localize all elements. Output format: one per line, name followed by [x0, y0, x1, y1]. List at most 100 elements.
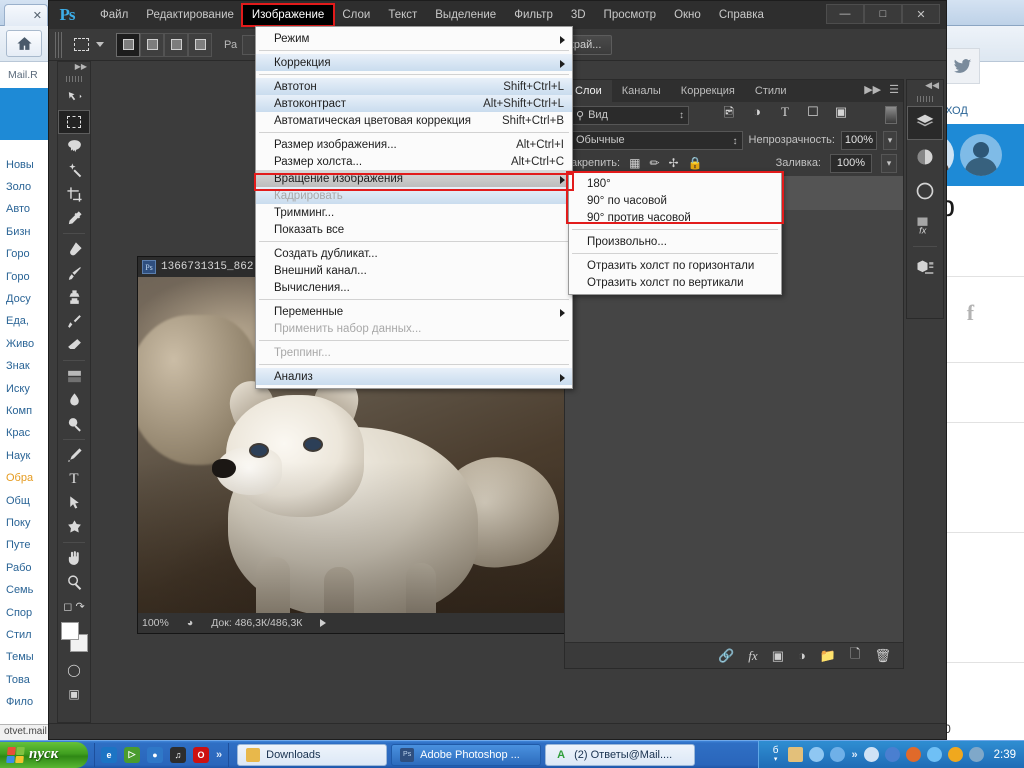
shield-icon[interactable] [863, 747, 879, 762]
panel-tab-коррекция[interactable]: Коррекция [671, 80, 745, 102]
add-to-selection-button[interactable] [140, 32, 164, 57]
taskbar-task-button[interactable]: Downloads [237, 743, 388, 766]
expand-arrow-icon[interactable] [320, 619, 327, 627]
taskbar-clock[interactable]: 2:39 [994, 749, 1016, 761]
start-button[interactable]: пуск [0, 741, 88, 768]
selection-mode-group[interactable] [116, 32, 212, 57]
eraser-tool[interactable] [58, 333, 90, 357]
chevron-down-icon[interactable] [96, 42, 104, 47]
menu-item[interactable]: Автоматическая цветовая коррекция Shift+C… [256, 112, 572, 129]
menu-item[interactable]: Режим [256, 30, 572, 47]
new-group-icon[interactable]: 📁 [820, 648, 836, 664]
clock-icon[interactable] [968, 747, 984, 762]
lock-all-icon[interactable]: 🔒 [688, 156, 703, 170]
tool-panel-grip[interactable] [66, 76, 82, 82]
panel-tab-каналы[interactable]: Каналы [612, 80, 671, 102]
type-tool[interactable]: T [58, 467, 90, 491]
menu-item[interactable]: Произвольно... [569, 233, 781, 250]
shape-filter-icon[interactable]: ☐ [805, 104, 821, 126]
twitter-icon[interactable] [944, 48, 980, 84]
language-indicator[interactable]: б ▾ [769, 745, 783, 765]
shape-tool[interactable] [58, 515, 90, 539]
clone-stamp-tool[interactable] [58, 285, 90, 309]
quick-launch-bar[interactable]: e ▷ ● ♫ O » [94, 742, 230, 767]
opacity-input[interactable]: 100% [840, 130, 878, 150]
menubar-item-редактирование[interactable]: Редактирование [137, 5, 243, 25]
menubar-item-фильтр[interactable]: Фильтр [505, 5, 562, 25]
browser-icon[interactable]: ● [147, 746, 163, 763]
path-selection-tool[interactable] [58, 491, 90, 515]
foreground-background-swap-icon[interactable]: ◻ ↷ [58, 594, 90, 618]
system-tray[interactable]: б ▾ » 2:39 [757, 740, 1024, 768]
link-layers-icon[interactable]: 🔗 [718, 648, 734, 664]
brush-tool[interactable] [58, 261, 90, 285]
document-profile-icon[interactable]: ◕ [187, 617, 193, 629]
lock-transparency-icon[interactable]: ▦ [629, 156, 640, 170]
menu-item[interactable]: Размер холста... Alt+Ctrl+C [256, 153, 572, 170]
lock-position-icon[interactable]: ✢ [669, 156, 679, 170]
panel-menu-icon[interactable]: ☰ [889, 83, 899, 96]
menubar-item-файл[interactable]: Файл [91, 5, 137, 25]
menubar-item-просмотр[interactable]: Просмотр [595, 5, 666, 25]
volume-icon[interactable] [905, 747, 921, 762]
update-icon[interactable] [947, 747, 963, 762]
type-filter-icon[interactable]: T [777, 104, 793, 126]
taskbar-task-button[interactable]: A (2) Ответы@Mail.... [545, 743, 696, 766]
history-brush-tool[interactable] [58, 309, 90, 333]
lock-image-icon[interactable]: ✏ [649, 156, 659, 170]
foreground-color-swatch[interactable] [61, 622, 79, 640]
adjustment-layer-icon[interactable]: ◑ [798, 648, 806, 663]
menu-item[interactable]: Коррекция [256, 54, 572, 71]
network-icon[interactable] [809, 747, 825, 762]
tool-panel-collapse-icon[interactable]: ▶▶ [58, 62, 90, 74]
menubar-item-3d[interactable]: 3D [562, 5, 595, 25]
rectangular-marquee-tool[interactable] [58, 110, 90, 134]
ie-icon[interactable]: e [101, 746, 117, 763]
healing-brush-tool[interactable] [58, 237, 90, 261]
lasso-tool[interactable] [58, 134, 90, 158]
menu-item[interactable]: Вычисления... [256, 279, 572, 296]
opera-icon[interactable]: O [193, 746, 209, 763]
menu-item[interactable]: Автотон Shift+Ctrl+L [256, 78, 572, 95]
tray-chevron-icon[interactable]: » [851, 749, 857, 761]
opacity-dropdown-icon[interactable]: ▾ [883, 130, 897, 150]
blend-mode-select[interactable]: Обычные [571, 130, 743, 150]
layer-filter-select[interactable]: ⚲ Вид [571, 105, 689, 125]
home-icon[interactable] [6, 30, 42, 57]
menubar-item-слои[interactable]: Слои [333, 5, 379, 25]
layer-mask-icon[interactable]: ▣ [772, 648, 784, 664]
move-tool[interactable] [58, 86, 90, 110]
menubar-item-выделение[interactable]: Выделение [426, 5, 505, 25]
blur-tool[interactable] [58, 388, 90, 412]
menu-item[interactable]: Отразить холст по горизонтали [569, 257, 781, 274]
hand-tool[interactable] [58, 546, 90, 570]
menu-item[interactable]: Показать все [256, 221, 572, 238]
menu-item[interactable]: Переменные [256, 303, 572, 320]
menubar-item-текст[interactable]: Текст [379, 5, 426, 25]
taskbar-task-button[interactable]: Ps Adobe Photoshop ... [391, 743, 542, 766]
eyedropper-tool[interactable] [58, 206, 90, 230]
menu-item[interactable]: Отразить холст по вертикали [569, 274, 781, 291]
menubar-item-справка[interactable]: Справка [710, 5, 773, 25]
new-selection-button[interactable] [116, 32, 140, 57]
layer-style-icon[interactable]: fx [748, 648, 757, 664]
intersect-selection-button[interactable] [188, 32, 212, 57]
menu-item[interactable]: Создать дубликат... [256, 245, 572, 262]
gradient-tool[interactable] [58, 364, 90, 388]
printer-icon[interactable] [788, 747, 804, 762]
network2-icon[interactable] [830, 747, 846, 762]
zoom-tool[interactable] [58, 570, 90, 594]
menu-bar[interactable]: Файл Редактирование Изображение Слои Текст Вы… [91, 1, 773, 29]
color-swatches[interactable] [58, 618, 90, 658]
layers-dock-icon[interactable] [907, 106, 943, 140]
chevron-icon[interactable]: » [216, 749, 222, 761]
menu-item[interactable]: 90° по часовой [569, 192, 781, 209]
crop-tool[interactable] [58, 182, 90, 206]
browser-tab[interactable]: ✕ [4, 4, 48, 26]
menu-item[interactable]: Внешний канал... [256, 262, 572, 279]
menubar-item-изображение[interactable]: Изображение [240, 3, 336, 27]
filter-toggle-switch[interactable] [885, 106, 897, 124]
menu-item[interactable]: Анализ [256, 368, 572, 385]
task-buttons[interactable]: Downloads Ps Adobe Photoshop ... A (2) Ответ… [237, 743, 696, 766]
delete-layer-icon[interactable]: 🗑 [874, 648, 891, 664]
